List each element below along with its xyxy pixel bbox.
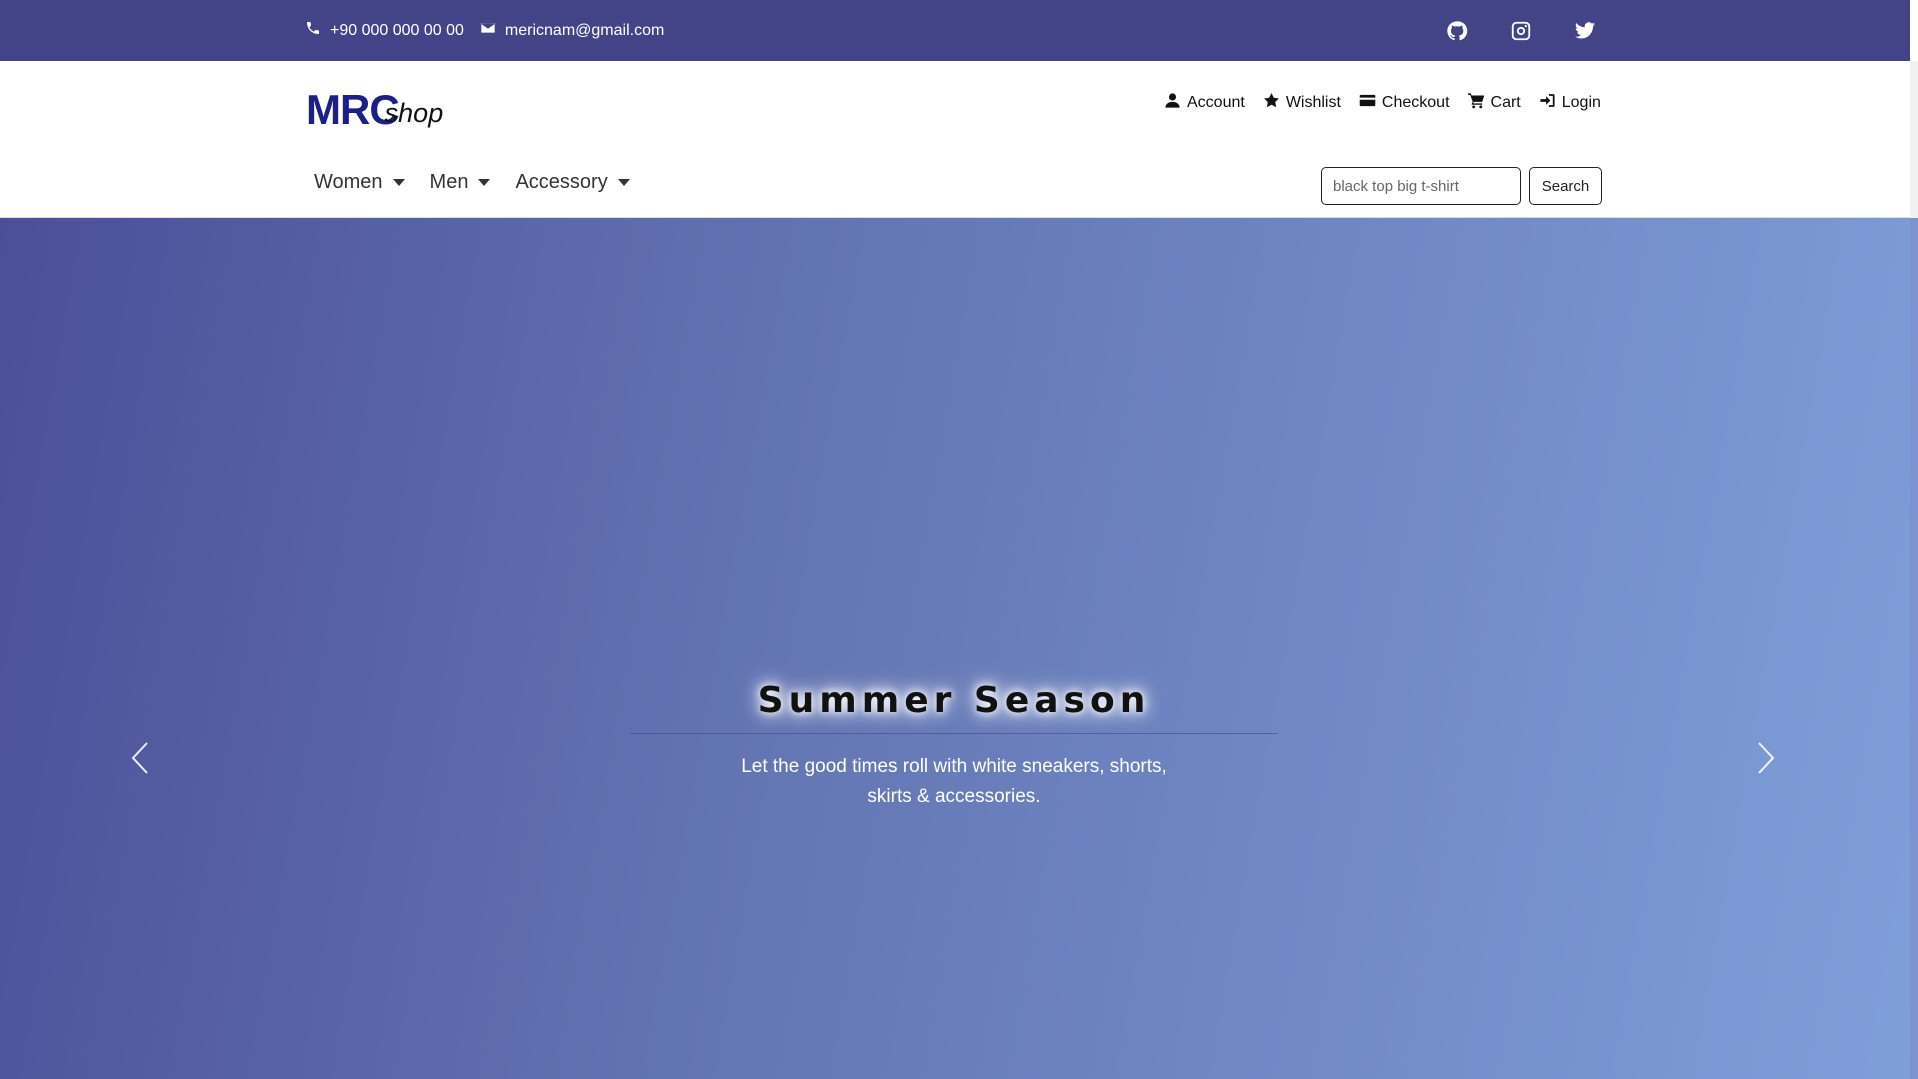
login-label: Login (1561, 94, 1601, 111)
site-logo[interactable]: MRC shop (306, 81, 443, 131)
wishlist-label: Wishlist (1285, 94, 1341, 111)
wishlist-link[interactable]: Wishlist (1263, 92, 1341, 114)
logo-secondary: shop (384, 98, 444, 128)
hero-subtitle: Let the good times roll with white sneak… (741, 756, 1167, 807)
contact-info: +90 000 000 00 00 mericnam@gmail.com (305, 0, 664, 61)
star-icon (1263, 92, 1280, 114)
hero-title: Summer Season (757, 680, 1151, 721)
search-button[interactable]: Search (1529, 167, 1602, 205)
social-links (1446, 0, 1596, 61)
search-form: Search (1321, 167, 1602, 205)
page: +90 000 000 00 00 mericnam@gmail.com MRC… (0, 0, 1910, 1079)
user-nav: Account Wishlist Checkout Cart Login (1164, 91, 1601, 115)
caret-down-icon (478, 179, 491, 186)
account-link[interactable]: Account (1164, 92, 1245, 114)
category-nav: Women Men Accessory (306, 171, 632, 194)
email-address: mericnam@gmail.com (504, 21, 665, 39)
category-accessory-dropdown[interactable]: Accessory (507, 171, 631, 194)
caption-divider (630, 733, 1278, 734)
phone-contact[interactable]: +90 000 000 00 00 (305, 20, 464, 41)
login-link[interactable]: Login (1539, 92, 1601, 114)
checkout-link[interactable]: Checkout (1359, 92, 1450, 114)
site-header: MRC shop Account Wishlist Checkout Cart (0, 61, 1910, 218)
user-icon (1164, 92, 1181, 114)
category-men-dropdown[interactable]: Men (422, 171, 493, 194)
scrollbar-track (1910, 0, 1918, 61)
instagram-icon[interactable] (1510, 20, 1532, 42)
credit-card-icon (1359, 92, 1376, 114)
checkout-label: Checkout (1381, 94, 1450, 111)
github-icon[interactable] (1446, 20, 1468, 42)
carousel-next-button[interactable] (1746, 738, 1786, 778)
category-label: Men (429, 171, 469, 193)
caret-down-icon (617, 179, 630, 186)
scrollbar-thumb[interactable] (1910, 218, 1918, 1079)
phone-icon (305, 20, 321, 41)
carousel-prev-button[interactable] (120, 738, 160, 778)
cart-link[interactable]: Cart (1467, 92, 1521, 114)
top-info-bar: +90 000 000 00 00 mericnam@gmail.com (0, 0, 1910, 61)
category-label: Women (314, 171, 383, 193)
account-label: Account (1187, 94, 1245, 111)
email-contact[interactable]: mericnam@gmail.com (480, 20, 664, 41)
category-women-dropdown[interactable]: Women (306, 171, 407, 194)
envelope-icon (480, 20, 496, 41)
search-input[interactable] (1321, 167, 1521, 205)
sign-in-icon (1539, 92, 1556, 114)
twitter-icon[interactable] (1574, 20, 1596, 42)
page-scrollbar[interactable] (1910, 0, 1918, 1079)
hero-carousel: Summer Season Let the good times roll wi… (0, 218, 1910, 1079)
category-label: Accessory (515, 171, 608, 193)
hero-caption: Summer Season Let the good times roll wi… (630, 680, 1278, 812)
phone-number: +90 000 000 00 00 (330, 21, 464, 39)
caret-down-icon (392, 179, 405, 186)
chevron-left-icon (131, 742, 148, 774)
shopping-cart-icon (1467, 92, 1485, 114)
cart-label: Cart (1490, 94, 1521, 111)
chevron-right-icon (1758, 742, 1775, 774)
